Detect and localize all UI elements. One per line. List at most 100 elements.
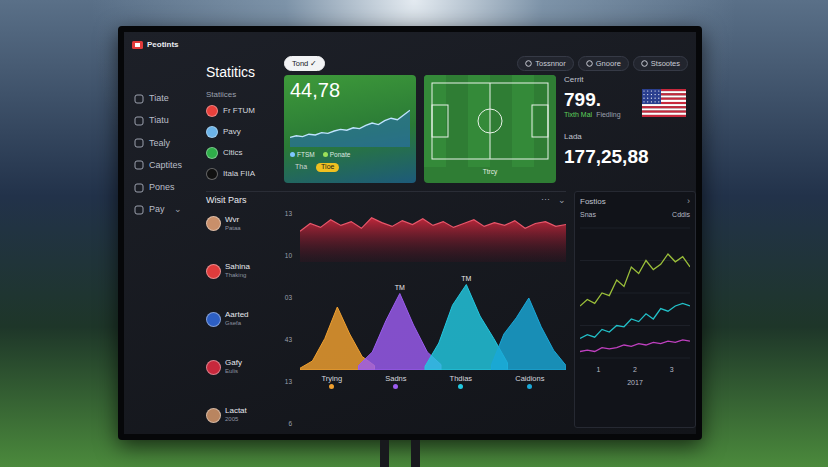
current-label: Cerrit <box>564 75 686 85</box>
sidebar-item[interactable]: Captites <box>132 159 198 172</box>
player-subtitle: Thaking <box>225 272 250 280</box>
form-lines <box>580 224 690 362</box>
sidebar-item[interactable]: Tealy <box>132 137 198 150</box>
sidebar-item[interactable]: Tiate <box>132 92 198 105</box>
monitor: Peotints Tiate Tiatu Tealy Captites Pones Pay… <box>118 26 702 440</box>
filter-pill[interactable]: Stsootes <box>633 56 688 71</box>
y-axis: 13100343136 <box>278 210 292 428</box>
filter-pill[interactable]: Tossnnor <box>517 56 573 71</box>
bottom-section: Wisit Pars ⋯ ⌄ WvrPataa SahinaThaking Aart… <box>206 191 688 428</box>
legend-item: Ponate <box>323 151 351 159</box>
team-flag-icon <box>206 168 218 180</box>
form-next-button[interactable]: › <box>687 196 690 207</box>
player-row[interactable]: Lactat2005 <box>206 402 270 428</box>
series-dot <box>393 384 398 389</box>
form-legend-item: Cddis <box>672 211 690 220</box>
sidebar-label: Pones <box>149 182 175 193</box>
form-chart <box>580 224 690 362</box>
legend-item: FTSM <box>290 151 315 159</box>
player-subtitle: Gsefa <box>225 320 249 328</box>
player-name: Aarted <box>225 310 249 320</box>
team-row[interactable]: Cltics <box>206 147 276 160</box>
peak-label: Thdias <box>450 374 473 383</box>
sidebar-item[interactable]: Pay⌄ <box>132 203 198 216</box>
form-line <box>580 254 690 306</box>
legend-label: FTSM <box>297 151 315 158</box>
sidebar-item[interactable]: Tiatu <box>132 114 198 127</box>
player-avatar-icon <box>206 216 221 231</box>
filter-label: Gnoore <box>596 59 621 68</box>
players-collapse-button[interactable]: ⌄ <box>558 195 566 206</box>
player-subtitle: Pataa <box>225 225 241 233</box>
player-row[interactable]: WvrPataa <box>206 210 270 236</box>
form-line <box>580 303 690 338</box>
trend-toggle[interactable]: Tha Tioe <box>290 163 410 172</box>
players-charts: TMTM TryingSadnsThdiasCaidions <box>300 210 566 428</box>
wave-chart <box>300 210 566 262</box>
team-name: Pavy <box>223 127 241 137</box>
peak-label-item: Caidions <box>494 374 566 388</box>
team-list: Fr FTUM Pavy Cltics Itala FIIA <box>206 105 276 181</box>
stand-leg <box>411 440 420 467</box>
form-x-axis: 123 <box>580 366 690 375</box>
overview-area: Tond ✓TossnnorGnooreStsootes 44,78 FTSMP… <box>284 56 688 183</box>
logo-icon <box>132 41 143 49</box>
players-body: WvrPataa SahinaThaking AartedGsefa GafyEuli… <box>206 210 566 428</box>
series-dot <box>527 384 532 389</box>
team-name: Itala FIIA <box>223 169 255 179</box>
pitch-label: Ttrcy <box>424 167 556 178</box>
y-tick: 6 <box>278 420 292 428</box>
sidebar-item[interactable]: Pones <box>132 181 198 194</box>
team-row[interactable]: Itala FIIA <box>206 168 276 181</box>
team-row[interactable]: Fr FTUM <box>206 105 276 118</box>
sidebar-label: Tiatu <box>149 115 169 126</box>
card-row: 44,78 FTSMPonate ThaTioe <box>284 75 688 183</box>
toggle-option[interactable]: Tha <box>290 163 312 172</box>
player-avatar-icon <box>206 408 221 423</box>
current-note-2: Fiedling <box>596 111 621 120</box>
sidebar-expand-button[interactable]: ⌄ <box>174 204 182 215</box>
wave-area <box>300 210 566 262</box>
player-text: AartedGsefa <box>225 310 249 328</box>
player-row[interactable]: AartedGsefa <box>206 306 270 332</box>
player-row[interactable]: SahinaThaking <box>206 258 270 284</box>
menu-icon <box>134 160 144 170</box>
y-tick: 10 <box>278 252 292 260</box>
players-panel: Wisit Pars ⋯ ⌄ WvrPataa SahinaThaking Aart… <box>206 191 566 428</box>
trend-chart <box>290 105 410 147</box>
team-flag-icon <box>206 105 218 117</box>
current-value: 799. <box>564 89 621 111</box>
players-header: Wisit Pars ⋯ ⌄ <box>206 191 566 206</box>
filter-pill[interactable]: Gnoore <box>578 56 629 71</box>
player-text: WvrPataa <box>225 215 241 233</box>
team-flag-icon <box>206 126 218 138</box>
menu-icon <box>134 94 144 104</box>
team-row[interactable]: Pavy <box>206 126 276 139</box>
filter-icon <box>641 60 648 67</box>
series-dot <box>458 384 463 389</box>
player-name: Lactat <box>225 406 247 416</box>
series-dot <box>329 384 334 389</box>
sidebar-label: Tealy <box>149 138 170 149</box>
filter-pill[interactable]: Tond ✓ <box>284 56 325 71</box>
players-menu-button[interactable]: ⋯ <box>541 195 550 206</box>
menu-icon <box>134 205 144 215</box>
app-logo[interactable]: Peotints <box>147 40 179 50</box>
player-name: Wvr <box>225 215 241 225</box>
page-subtitle: Statiices <box>206 90 276 100</box>
player-text: Lactat2005 <box>225 406 247 424</box>
current-row: 799. Tixth Mal Fiedling <box>564 89 686 120</box>
toggle-option[interactable]: Tioe <box>316 163 339 172</box>
trend-card: 44,78 FTSMPonate ThaTioe <box>284 75 416 183</box>
y-tick: 13 <box>278 378 292 386</box>
dashboard-screen: Peotints Tiate Tiatu Tealy Captites Pones Pay… <box>124 32 696 434</box>
player-list: WvrPataa SahinaThaking AartedGsefa GafyEuli… <box>206 210 270 428</box>
menu-icon <box>134 138 144 148</box>
player-row[interactable]: GafyEulis <box>206 354 270 380</box>
sidebar: Tiate Tiatu Tealy Captites Pones Pay⌄ <box>132 56 198 428</box>
filter-label: Tond ✓ <box>292 59 317 68</box>
peaks-labels: TryingSadnsThdiasCaidions <box>300 374 566 388</box>
team-name: Cltics <box>223 148 243 158</box>
players-title: Wisit Pars <box>206 195 247 206</box>
peak-label-item: Thdias <box>428 374 494 388</box>
